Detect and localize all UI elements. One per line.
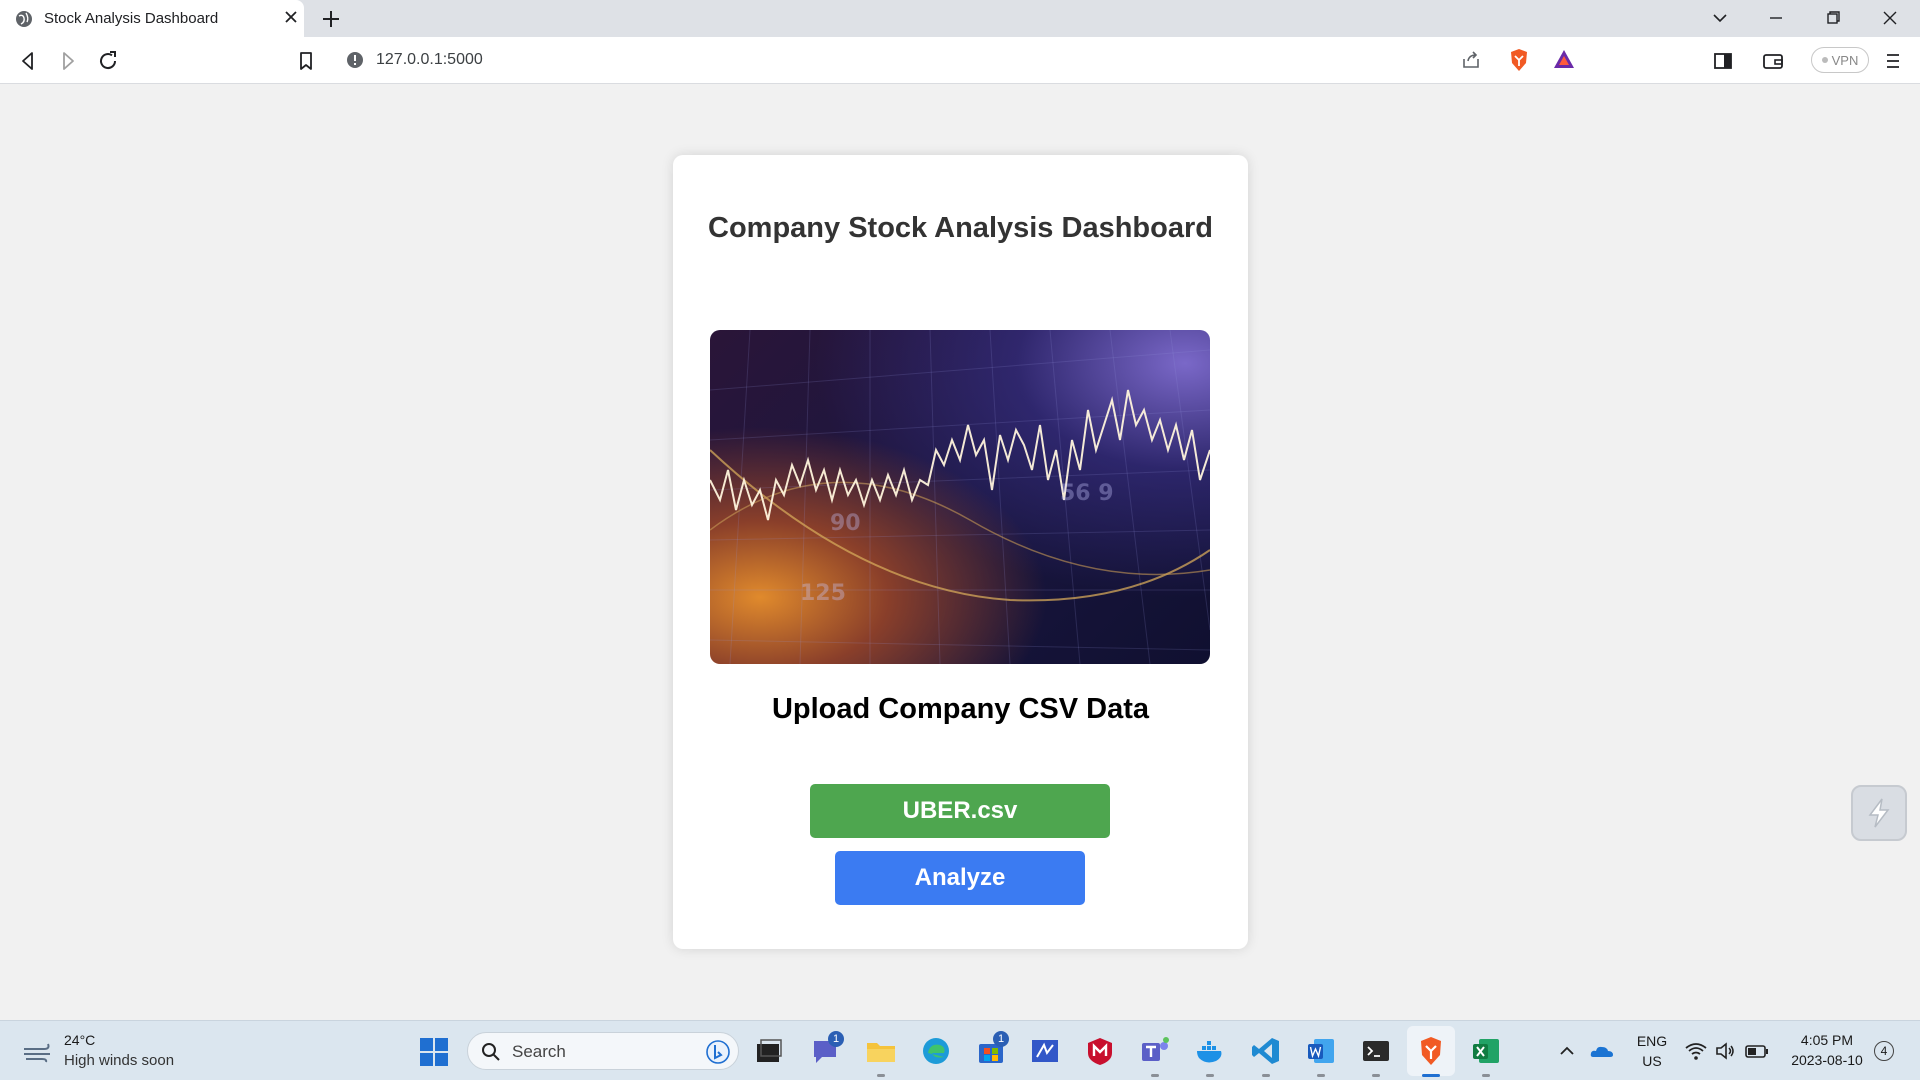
forward-icon[interactable] <box>56 49 80 73</box>
edge-icon[interactable] <box>920 1035 952 1067</box>
back-icon[interactable] <box>16 49 40 73</box>
brave-rewards-icon[interactable] <box>1552 48 1576 70</box>
hero-number-decoration: 90 <box>830 511 861 536</box>
battery-icon[interactable] <box>1744 1039 1770 1063</box>
wind-weather-icon[interactable] <box>22 1041 54 1063</box>
tab-search-chevron-icon[interactable] <box>1708 6 1732 30</box>
volume-icon[interactable] <box>1714 1039 1738 1063</box>
taskbar-search[interactable]: Search <box>467 1032 739 1070</box>
search-icon <box>482 1043 500 1061</box>
weather-temp: 24°C <box>64 1032 96 1048</box>
chevron-up-icon[interactable] <box>1555 1039 1579 1063</box>
minimize-icon[interactable] <box>1764 6 1788 30</box>
new-tab-icon[interactable] <box>320 8 342 30</box>
tab-strip: Stock Analysis Dashboard <box>0 0 1920 37</box>
running-indicator <box>1372 1074 1380 1077</box>
floating-widget-button[interactable] <box>1851 785 1907 841</box>
running-indicator <box>1262 1074 1270 1077</box>
info-icon[interactable] <box>346 51 364 69</box>
tab-stock-analysis[interactable]: Stock Analysis Dashboard <box>0 0 304 37</box>
running-indicator <box>1482 1074 1490 1077</box>
page-title: Company Stock Analysis Dashboard <box>708 212 1213 244</box>
teams-icon[interactable] <box>1139 1035 1171 1067</box>
docker-icon[interactable] <box>1194 1035 1226 1067</box>
upload-heading: Upload Company CSV Data <box>771 693 1150 725</box>
word-icon[interactable] <box>1305 1035 1337 1067</box>
wallet-icon[interactable] <box>1761 49 1785 73</box>
taskbar: 24°C High winds soon Search 1 1 ENG US 4… <box>0 1020 1920 1080</box>
stock-market-chart-image: 90 56 9 125 <box>710 330 1210 664</box>
analyze-label: Analyze <box>914 864 1006 891</box>
page-viewport: Company Stock Analysis Dashboard 90 56 9… <box>0 84 1920 1020</box>
store-badge: 1 <box>993 1031 1009 1047</box>
globe-icon <box>16 11 32 27</box>
dashboard-card: Company Stock Analysis Dashboard 90 56 9… <box>673 155 1248 949</box>
browser-toolbar: 127.0.0.1:5000 VPN <box>0 37 1920 84</box>
weather-desc: High winds soon <box>64 1052 175 1069</box>
active-indicator <box>1422 1074 1440 1077</box>
close-icon[interactable] <box>282 8 300 26</box>
teams-chat-badge: 1 <box>828 1031 844 1047</box>
brave-browser-icon[interactable] <box>1415 1035 1447 1067</box>
bookmark-icon[interactable] <box>294 49 318 73</box>
language-line1[interactable]: ENG <box>1634 1033 1670 1049</box>
running-indicator <box>1206 1074 1214 1077</box>
vscode-icon[interactable] <box>1250 1035 1282 1067</box>
wifi-icon[interactable] <box>1684 1039 1708 1063</box>
lightning-icon <box>1868 798 1890 828</box>
reload-icon[interactable] <box>96 49 120 73</box>
notification-count[interactable]: 4 <box>1874 1041 1894 1061</box>
language-line2[interactable]: US <box>1634 1053 1670 1069</box>
running-indicator <box>877 1074 885 1077</box>
file-explorer-icon[interactable] <box>865 1035 897 1067</box>
analyze-button[interactable]: Analyze <box>835 851 1085 905</box>
file-upload-label: UBER.csv <box>902 797 1018 824</box>
tab-title: Stock Analysis Dashboard <box>44 10 219 27</box>
menu-icon[interactable] <box>1881 49 1905 73</box>
mcafee-icon[interactable] <box>1084 1035 1116 1067</box>
close-window-icon[interactable] <box>1878 6 1902 30</box>
running-indicator <box>1151 1074 1159 1077</box>
bing-icon[interactable] <box>706 1040 730 1064</box>
restore-icon[interactable] <box>1821 6 1845 30</box>
vpn-status-dot <box>1821 57 1828 63</box>
excel-icon[interactable] <box>1470 1035 1502 1067</box>
task-view-icon[interactable] <box>753 1035 785 1067</box>
clock-time[interactable]: 4:05 PM <box>1782 1032 1872 1048</box>
hero-number-decoration: 56 9 <box>1060 481 1114 506</box>
terminal-icon[interactable] <box>1360 1035 1392 1067</box>
brave-shield-icon[interactable] <box>1508 48 1530 72</box>
address-bar[interactable]: 127.0.0.1:5000 <box>334 43 1587 77</box>
search-placeholder: Search <box>512 1042 566 1061</box>
hero-chart-art: 90 56 9 125 <box>710 330 1210 664</box>
sidebar-icon[interactable] <box>1711 49 1735 73</box>
hero-number-decoration: 125 <box>800 581 846 606</box>
file-upload-button[interactable]: UBER.csv <box>810 784 1110 838</box>
share-icon[interactable] <box>1460 49 1482 71</box>
running-indicator <box>1317 1074 1325 1077</box>
windows-start-icon[interactable] <box>419 1037 449 1067</box>
onedrive-icon[interactable] <box>1589 1039 1615 1063</box>
url-text: 127.0.0.1:5000 <box>376 51 483 68</box>
vpn-label: VPN <box>1831 52 1859 68</box>
math-app-icon[interactable] <box>1029 1035 1061 1067</box>
clock-date[interactable]: 2023-08-10 <box>1782 1052 1872 1068</box>
vpn-button[interactable]: VPN <box>1811 47 1869 73</box>
